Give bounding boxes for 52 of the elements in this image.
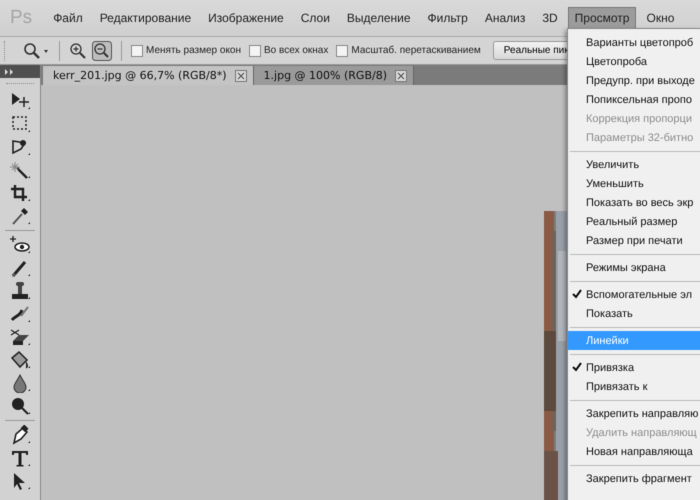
menu-item[interactable]: Файл <box>46 7 90 29</box>
menu-item[interactable]: Выделение <box>340 7 418 29</box>
collapse-icon[interactable] <box>5 68 15 74</box>
menu-item[interactable]: Просмотр <box>568 7 636 29</box>
eraser-icon[interactable] <box>9 327 31 347</box>
menu-item[interactable]: Изображение <box>201 7 291 29</box>
menu-entry[interactable]: Уменьшить <box>568 174 700 193</box>
document-tab[interactable]: kerr_201.jpg @ 66,7% (RGB/8*) <box>43 66 254 85</box>
menu-item[interactable]: Фильтр <box>420 7 475 29</box>
menu-entry[interactable]: Вспомогательные эл <box>568 285 700 304</box>
menu-entry[interactable]: Закрепить фрагмент <box>568 469 700 488</box>
lasso-tool-icon[interactable] <box>9 137 31 157</box>
menu-item[interactable]: Редактирование <box>92 7 198 29</box>
dodge-tool-icon[interactable] <box>9 396 31 416</box>
menu-entry[interactable]: Попиксельная пропо <box>568 90 700 109</box>
menu-entry[interactable]: Закрепить направляю <box>568 404 700 423</box>
menu-entry[interactable]: Новая направляюща <box>568 442 700 461</box>
menu-entry[interactable]: Показать во весь экр <box>568 193 700 212</box>
brush-icon[interactable] <box>9 258 31 278</box>
type-tool-icon[interactable] <box>9 448 31 468</box>
checkbox[interactable] <box>336 44 348 56</box>
move-tool-icon[interactable] <box>9 91 31 111</box>
menu-entry[interactable]: Реальный размер <box>568 212 700 231</box>
menu-item[interactable]: Слои <box>294 7 337 29</box>
checkbox[interactable] <box>131 44 143 56</box>
zoom-out-icon[interactable] <box>92 40 112 60</box>
checkbox-label: Менять размер окон <box>146 45 242 56</box>
close-icon[interactable] <box>234 70 247 82</box>
zoom-in-icon[interactable] <box>69 42 87 60</box>
magic-wand-icon[interactable] <box>9 160 31 180</box>
menu-item[interactable]: Окно <box>639 7 682 29</box>
eye-tool-icon[interactable] <box>9 235 31 255</box>
paint-bucket-icon[interactable] <box>9 350 31 370</box>
menu-entry[interactable]: Предупр. при выходе <box>568 71 700 90</box>
stamp-icon[interactable] <box>9 281 31 301</box>
menu-entry[interactable]: Показать <box>568 304 700 323</box>
checkbox-label: Масштаб. перетаскиванием <box>351 45 481 56</box>
panel-header[interactable] <box>0 65 40 78</box>
menu-entry[interactable]: Размер при печати <box>568 231 700 250</box>
history-brush-icon[interactable] <box>9 304 31 324</box>
document-tab[interactable]: 1.jpg @ 100% (RGB/8) <box>254 66 414 85</box>
checkbox[interactable] <box>249 44 262 56</box>
zoom-tool-icon[interactable] <box>22 40 50 60</box>
menu-item[interactable]: Анализ <box>478 7 532 29</box>
menu-entry[interactable]: Режимы экрана <box>568 258 700 277</box>
crop-tool-icon[interactable] <box>9 183 31 203</box>
menu-entry[interactable]: Увеличить <box>568 155 700 174</box>
checkbox-label: Во всех окнах <box>264 45 328 56</box>
menu-entry[interactable]: Привязать к <box>568 377 700 396</box>
menu-entry[interactable]: Привязка <box>568 358 700 377</box>
menu-item[interactable]: 3D <box>535 7 565 29</box>
close-icon[interactable] <box>395 70 408 82</box>
